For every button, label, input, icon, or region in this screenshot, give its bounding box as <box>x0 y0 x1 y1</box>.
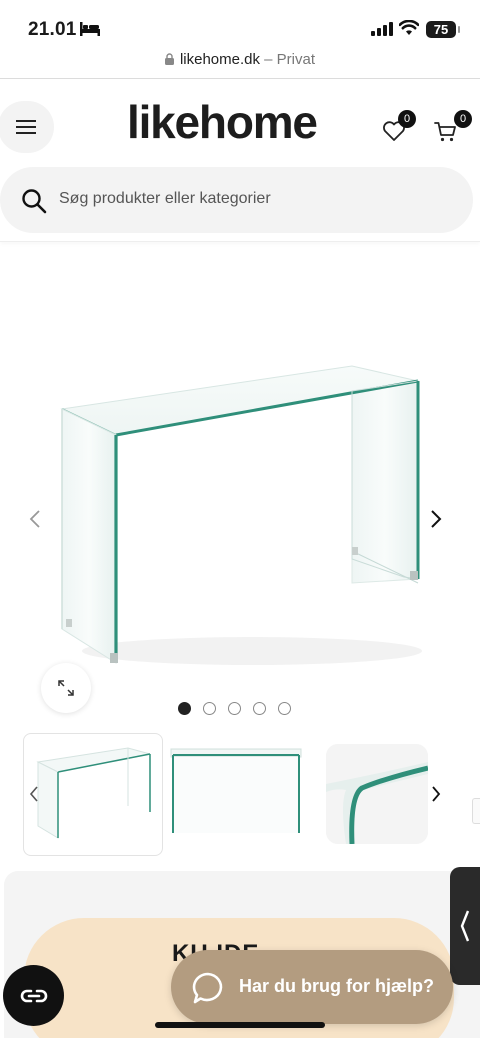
gallery-prev-button[interactable] <box>20 499 50 539</box>
battery-indicator: 75 <box>426 21 460 38</box>
thumbnail-next-button[interactable] <box>425 777 447 811</box>
chevron-left-icon <box>460 910 470 942</box>
chevron-left-icon <box>29 786 38 802</box>
search-input[interactable]: Søg produkter eller kategorier <box>0 167 473 233</box>
thumbnail-strip <box>0 733 480 858</box>
link-icon <box>20 989 47 1002</box>
lock-icon <box>164 52 174 65</box>
expand-icon <box>58 680 74 696</box>
chevron-right-icon <box>432 786 441 802</box>
home-indicator[interactable] <box>155 1022 325 1028</box>
thumbnail-edge-marker <box>472 798 480 824</box>
gallery-dot-3[interactable] <box>228 702 241 715</box>
site-header: likehome 0 0 Søg produkter eller kategor… <box>0 79 480 242</box>
site-logo[interactable]: likehome <box>127 95 318 149</box>
gallery-dot-4[interactable] <box>253 702 266 715</box>
product-main-image[interactable] <box>52 351 432 671</box>
hamburger-icon <box>16 120 36 134</box>
url-domain: likehome.dk <box>179 51 260 68</box>
gallery-dot-1[interactable] <box>178 702 191 715</box>
status-bar: 21.01 75 <box>0 0 480 50</box>
thumbnail-2-image <box>170 748 302 833</box>
gallery-dot-5[interactable] <box>278 702 291 715</box>
gallery-dot-2[interactable] <box>203 702 216 715</box>
wifi-icon <box>399 20 419 35</box>
chevron-left-icon <box>29 510 40 528</box>
thumbnail-prev-button[interactable] <box>23 777 45 811</box>
help-chat-label: Har du brug for hjælp? <box>239 976 434 996</box>
browser-url-bar[interactable]: likehome.dk – Privat <box>0 48 480 78</box>
bed-icon <box>80 22 100 36</box>
gallery-pagination <box>178 702 291 715</box>
cart-icon <box>434 122 456 142</box>
gallery-next-button[interactable] <box>421 499 451 539</box>
menu-button[interactable] <box>0 101 54 153</box>
search-icon <box>22 189 47 214</box>
cart-button[interactable]: 0 <box>430 110 472 145</box>
search-placeholder: Søg produkter eller kategorier <box>59 190 271 207</box>
product-gallery <box>0 243 480 723</box>
url-privacy-label: – Privat <box>264 51 316 68</box>
speech-bubble-icon <box>192 972 223 1004</box>
status-time: 21.01 <box>28 19 77 40</box>
compare-button[interactable] <box>3 965 64 1026</box>
thumbnail-3[interactable] <box>326 744 428 844</box>
thumbnail-2[interactable] <box>169 733 309 856</box>
wishlist-button[interactable]: 0 <box>378 110 416 145</box>
cart-count-badge: 0 <box>454 110 472 128</box>
side-drawer-tab[interactable] <box>450 867 480 985</box>
thumbnail-3-image <box>326 744 428 844</box>
chevron-right-icon <box>431 510 442 528</box>
wishlist-count-badge: 0 <box>398 110 416 128</box>
help-chat-button[interactable]: Har du brug for hjælp? <box>171 950 453 1024</box>
zoom-button[interactable] <box>41 663 91 713</box>
cellular-signal-icon <box>371 22 393 36</box>
